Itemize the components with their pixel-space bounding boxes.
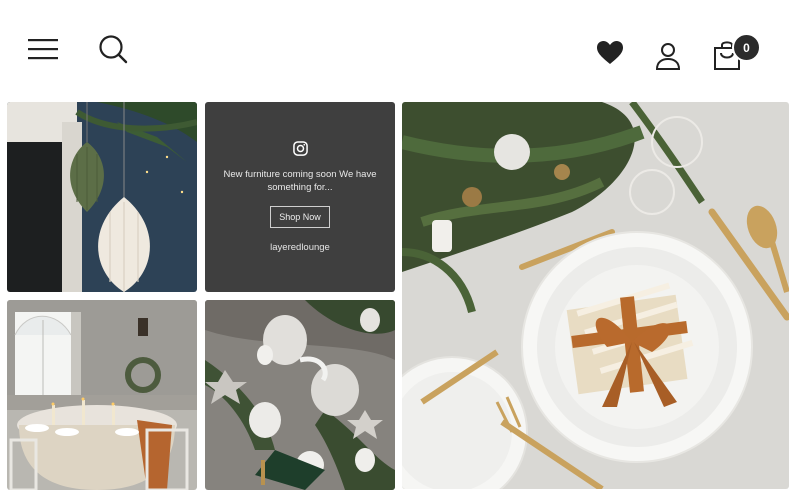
post-caption: New furniture coming soon We have someth… bbox=[223, 169, 377, 193]
site-header: 0 bbox=[0, 0, 800, 100]
dining-room-photo bbox=[7, 300, 197, 490]
search-icon bbox=[99, 35, 128, 64]
user-icon bbox=[655, 43, 681, 70]
ornaments-photo bbox=[7, 102, 197, 292]
search-button[interactable] bbox=[96, 32, 130, 66]
hamburger-menu-icon bbox=[28, 39, 58, 60]
instagram-post-ornaments[interactable] bbox=[7, 102, 197, 292]
cart-count-badge: 0 bbox=[732, 33, 761, 62]
instagram-caption-panel: New furniture coming soon We have someth… bbox=[205, 102, 395, 292]
instagram-post-card[interactable]: New furniture coming soon We have someth… bbox=[205, 102, 395, 292]
heart-icon bbox=[597, 41, 623, 64]
instagram-icon bbox=[292, 141, 308, 156]
instagram-post-dining-room[interactable] bbox=[7, 300, 197, 490]
account-button[interactable] bbox=[652, 40, 684, 72]
menu-button[interactable] bbox=[26, 34, 60, 64]
instagram-post-decorations[interactable] bbox=[205, 300, 395, 490]
wishlist-button[interactable] bbox=[594, 38, 626, 68]
instagram-post-table-setting[interactable] bbox=[402, 102, 789, 489]
table-setting-photo bbox=[402, 102, 789, 489]
instagram-handle[interactable]: layeredlounge bbox=[270, 242, 330, 253]
decorations-photo bbox=[205, 300, 395, 490]
shop-now-button[interactable]: Shop Now bbox=[270, 206, 330, 228]
